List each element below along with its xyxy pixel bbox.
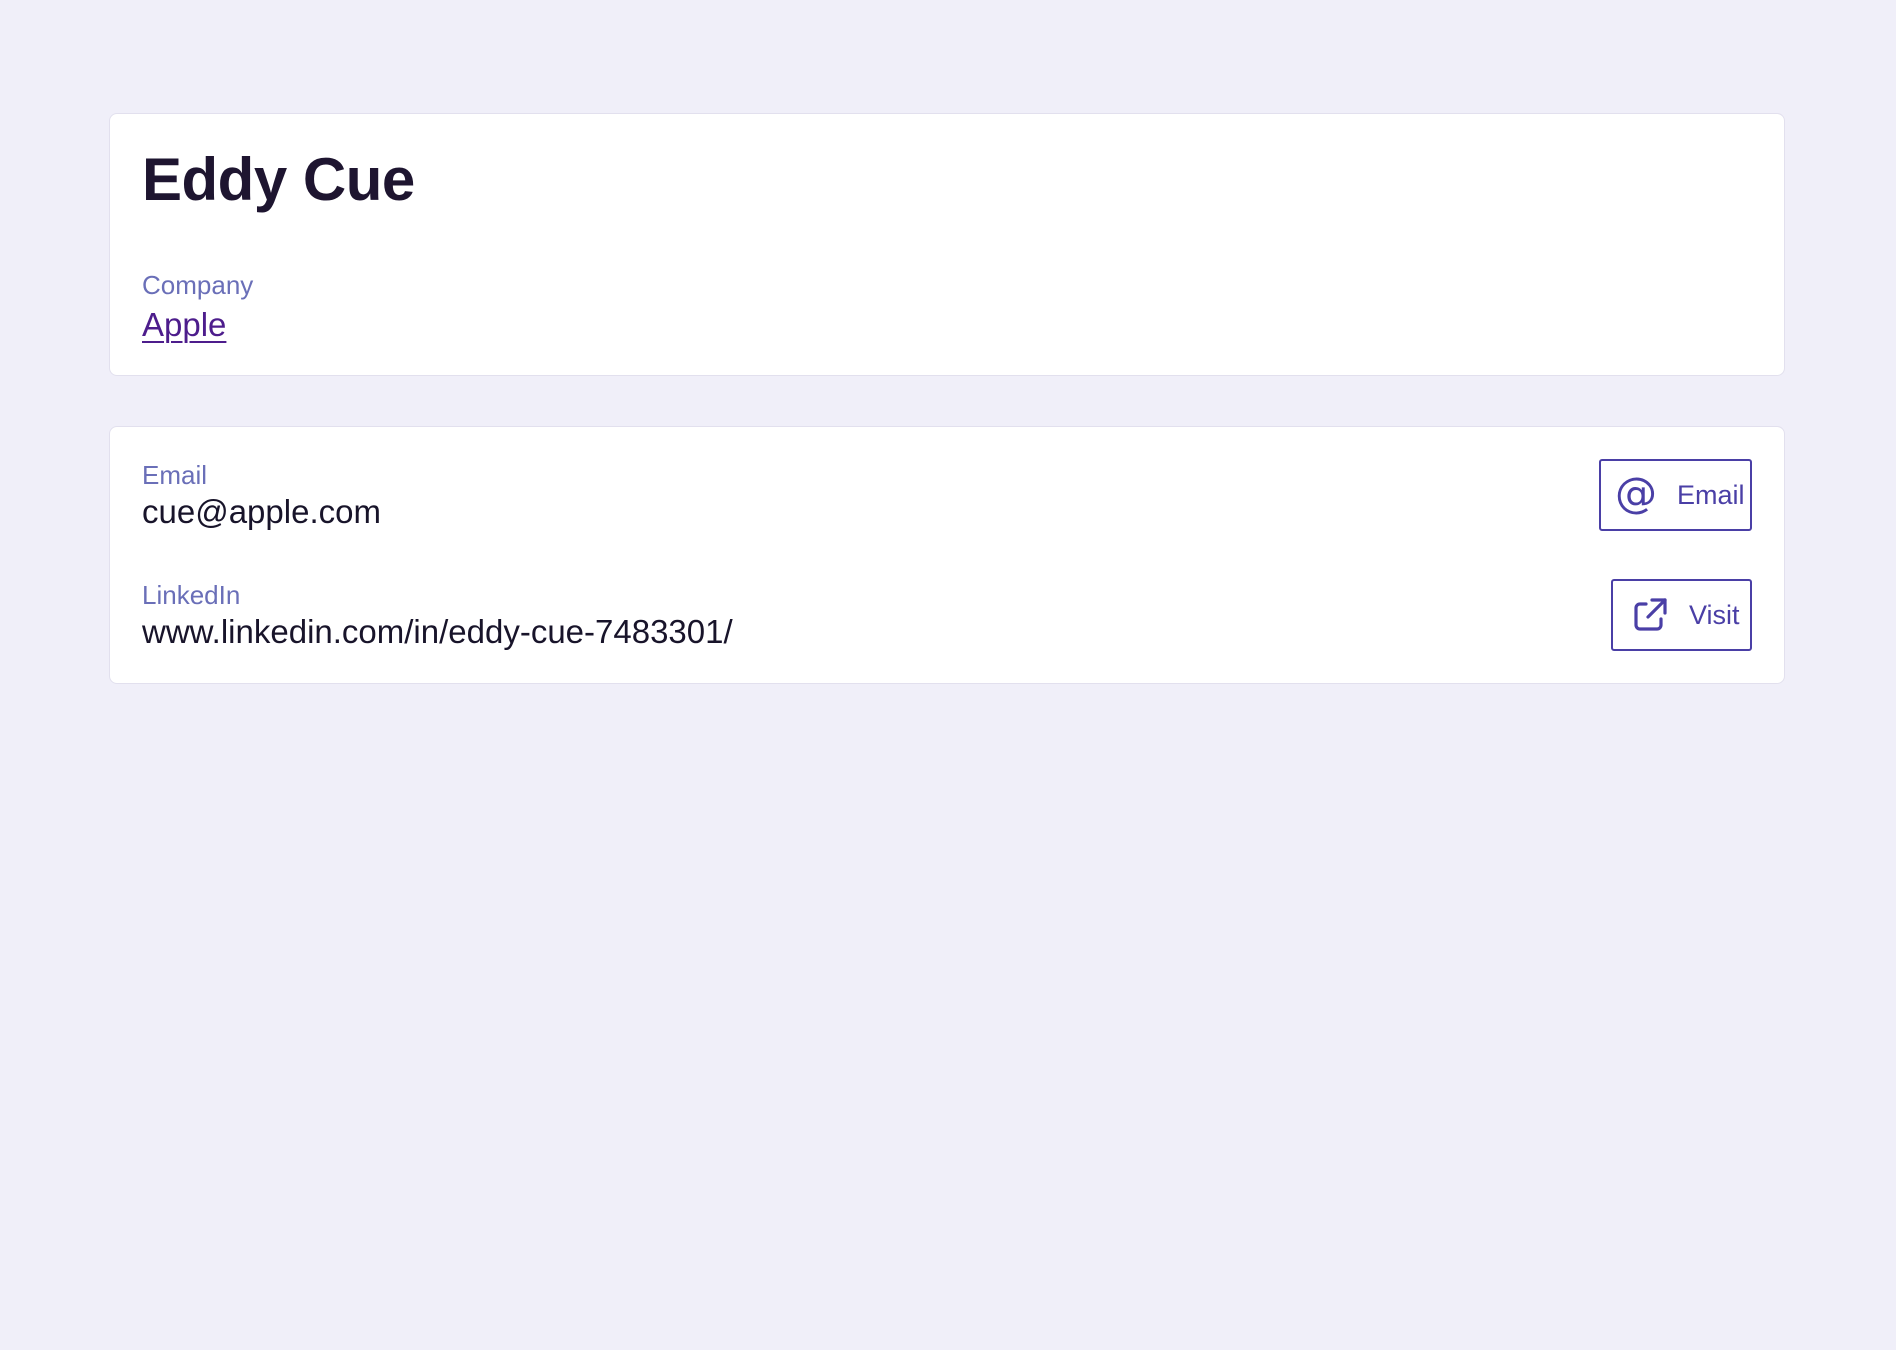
person-name: Eddy Cue bbox=[142, 146, 415, 213]
email-button-label: Email bbox=[1677, 479, 1745, 510]
external-link-icon bbox=[1631, 596, 1669, 634]
email-button[interactable]: @ Email bbox=[1599, 459, 1752, 531]
company-label: Company bbox=[142, 270, 254, 300]
linkedin-value: www.linkedin.com/in/eddy-cue-7483301/ bbox=[142, 613, 733, 650]
person-header-card: Eddy Cue Company Apple bbox=[109, 113, 1785, 376]
linkedin-label: LinkedIn bbox=[142, 580, 241, 610]
contact-card: Email cue@apple.com @ Email LinkedIn www… bbox=[109, 426, 1785, 684]
visit-button[interactable]: Visit bbox=[1611, 579, 1752, 651]
visit-button-label: Visit bbox=[1689, 599, 1740, 630]
at-icon: @ bbox=[1615, 468, 1657, 517]
email-label: Email bbox=[142, 460, 208, 490]
email-value: cue@apple.com bbox=[142, 493, 381, 530]
company-link[interactable]: Apple bbox=[142, 308, 226, 341]
